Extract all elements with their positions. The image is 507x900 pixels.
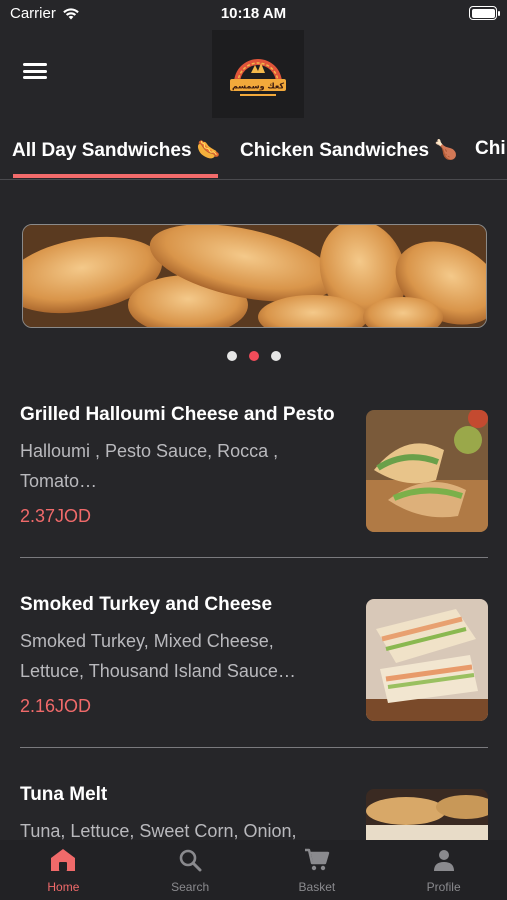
nav-basket[interactable]: Basket bbox=[254, 840, 381, 900]
tab-chicken-sandwiches[interactable]: Chicken Sandwiches 🍗 bbox=[240, 138, 458, 162]
bottom-nav: Home Search Basket Profile bbox=[0, 840, 507, 900]
item-description: Halloumi , Pesto Sauce, Rocca , Tomato… bbox=[20, 441, 279, 491]
item-image bbox=[366, 599, 488, 721]
hamburger-menu-button[interactable] bbox=[22, 60, 48, 82]
item-image bbox=[366, 410, 488, 532]
home-icon bbox=[51, 849, 76, 871]
nav-search[interactable]: Search bbox=[127, 840, 254, 900]
status-bar: Carrier 10:18 AM bbox=[0, 0, 507, 30]
restaurant-logo: كعك وسمسم bbox=[212, 30, 304, 118]
nav-home[interactable]: Home bbox=[0, 840, 127, 900]
logo-oven-icon: كعك وسمسم bbox=[230, 59, 286, 96]
menu-item[interactable]: Smoked Turkey and Cheese Smoked Turkey, … bbox=[20, 594, 488, 724]
menu-item[interactable]: Grilled Halloumi Cheese and Pesto Hallou… bbox=[20, 404, 488, 534]
svg-text:كعك وسمسم: كعك وسمسم bbox=[232, 82, 284, 91]
tab-next-category[interactable]: Chi bbox=[475, 138, 506, 160]
divider bbox=[20, 557, 488, 558]
item-description: Smoked Turkey, Mixed Cheese, Lettuce, Th… bbox=[20, 631, 296, 681]
nav-profile[interactable]: Profile bbox=[380, 840, 507, 900]
bread-banner-image bbox=[23, 225, 486, 327]
category-tabs: All Day Sandwiches 🌭 Chicken Sandwiches … bbox=[0, 128, 507, 180]
promo-banner[interactable] bbox=[22, 224, 487, 328]
active-tab-indicator bbox=[13, 174, 218, 178]
tab-all-day-sandwiches[interactable]: All Day Sandwiches 🌭 bbox=[12, 138, 220, 162]
status-time: 10:18 AM bbox=[220, 5, 287, 22]
nav-label: Basket bbox=[298, 880, 336, 894]
nav-label: Home bbox=[47, 880, 80, 894]
divider bbox=[20, 747, 488, 748]
nav-label: Profile bbox=[426, 880, 461, 894]
carousel-dot-active[interactable] bbox=[248, 351, 259, 361]
carousel-dots bbox=[0, 351, 507, 361]
carousel-dot[interactable] bbox=[226, 351, 237, 361]
carousel-dot[interactable] bbox=[270, 351, 281, 361]
battery-icon bbox=[469, 6, 500, 20]
person-icon bbox=[433, 850, 454, 871]
menu-item[interactable]: Tuna Melt Tuna, Lettuce, Sweet Corn, Oni… bbox=[20, 784, 488, 900]
nav-label: Search bbox=[171, 880, 210, 894]
search-icon bbox=[179, 849, 202, 872]
header: كعك وسمسم bbox=[0, 30, 507, 120]
cart-icon bbox=[304, 848, 330, 871]
